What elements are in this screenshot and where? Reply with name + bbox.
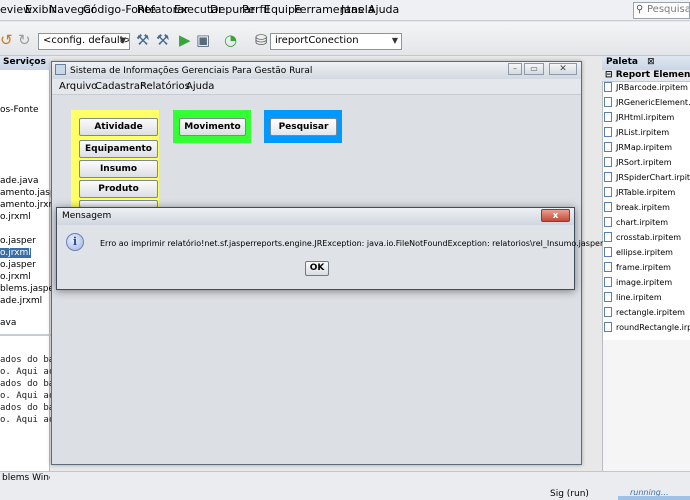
app-title: Sistema de Informações Gerenciais Para G… xyxy=(70,66,313,76)
report-element-icon xyxy=(604,247,612,257)
insumo-button[interactable]: Insumo xyxy=(79,160,158,178)
pesquisar-button[interactable]: Pesquisar xyxy=(270,118,337,136)
report-element-icon xyxy=(604,157,612,167)
palette-item[interactable]: chart.irpitem xyxy=(604,217,668,231)
report-element-icon xyxy=(604,277,612,287)
palette-category[interactable]: ⊟ Report Elements xyxy=(602,70,690,82)
palette-item[interactable]: crosstab.irpitem xyxy=(604,232,681,246)
report-element-icon xyxy=(604,172,612,182)
report-element-icon xyxy=(604,82,612,92)
palette-item[interactable]: JRSort.irpitem xyxy=(604,157,672,171)
palette-item[interactable]: line.irpitem xyxy=(604,292,662,306)
dialog-close-button[interactable]: x xyxy=(541,209,570,222)
report-element-icon xyxy=(604,217,612,227)
report-element-icon xyxy=(604,142,612,152)
tree-item[interactable]: os-Fonte xyxy=(0,105,39,115)
palette-item[interactable]: JRGenericElement.irpitem xyxy=(604,97,690,111)
tree-item[interactable]: o.jrxml xyxy=(0,212,31,222)
palette-item[interactable]: JRBarcode.irpitem xyxy=(604,82,688,96)
report-element-icon xyxy=(604,97,612,107)
report-element-icon xyxy=(604,112,612,122)
java-window-icon xyxy=(55,64,66,75)
palette-category-label: Report Elements xyxy=(615,70,690,80)
tree-item[interactable]: o.jasper xyxy=(0,260,36,270)
palette-item[interactable]: break.irpitem xyxy=(604,202,670,216)
undo-icon[interactable]: ↺ xyxy=(0,31,13,49)
report-element-icon xyxy=(604,187,612,197)
menu-item-ajuda[interactable]: Ajuda xyxy=(368,3,399,16)
report-element-icon xyxy=(604,307,612,317)
progress-bar xyxy=(618,496,690,500)
palette-tab[interactable]: Paleta ⊠ xyxy=(602,56,690,70)
report-element-icon xyxy=(604,322,612,332)
run-icon[interactable]: ▶ xyxy=(179,31,191,49)
movimento-button[interactable]: Movimento xyxy=(179,118,246,136)
redo-icon[interactable]: ↻ xyxy=(18,31,31,49)
ide-menubar: eview Exibir Navegar Código-Fonte Refato… xyxy=(0,0,690,21)
clean-build-icon[interactable]: ⚒ xyxy=(156,31,169,49)
config-combo-value: <config. default> xyxy=(43,35,130,46)
services-tab[interactable]: Serviços xyxy=(0,56,50,70)
report-element-icon xyxy=(604,202,612,212)
hammer-icon[interactable]: ⚒ xyxy=(136,31,149,49)
palette-item[interactable]: rectangle.irpitem xyxy=(604,307,685,321)
report-element-icon xyxy=(604,232,612,242)
properties-panel xyxy=(602,340,690,471)
connection-combo-value: ireportConection xyxy=(275,35,359,46)
maximize-icon[interactable]: ▭ xyxy=(524,63,544,75)
tree-item[interactable]: o.jasper xyxy=(0,236,36,246)
palette-title: Paleta xyxy=(606,57,638,67)
ide-toolbar: ↺ ↻ <config. default> ▼ ⚒ ⚒ ▶ ▣ ◔ ⛁ irep… xyxy=(0,22,690,56)
equipamento-button[interactable]: Equipamento xyxy=(79,140,158,158)
app-menu-arquivo[interactable]: Arquivo xyxy=(59,81,97,92)
search-icon: ⚲ xyxy=(636,4,644,15)
palette-item[interactable]: JRTable.irpitem xyxy=(604,187,675,201)
chevron-down-icon: ▼ xyxy=(391,36,398,45)
minimize-icon[interactable]: – xyxy=(508,63,522,75)
produto-button[interactable]: Produto xyxy=(79,180,158,198)
chevron-down-icon: ▼ xyxy=(119,36,126,45)
ok-button[interactable]: OK xyxy=(305,261,329,276)
config-combo[interactable]: <config. default> ▼ xyxy=(38,33,130,50)
panel-divider[interactable] xyxy=(0,334,56,336)
close-icon[interactable]: ⊠ xyxy=(647,57,655,67)
search-placeholder: Pesquisar xyxy=(647,4,689,15)
profile-icon[interactable]: ◔ xyxy=(224,31,237,49)
status-sig: Sig (run) xyxy=(550,489,589,499)
problems-window-tab[interactable]: blems Window xyxy=(0,472,50,486)
tree-item[interactable]: ava xyxy=(0,318,16,328)
tree-item[interactable]: blems.jasper xyxy=(0,284,58,294)
datasource-icon[interactable]: ⛁ xyxy=(255,31,268,49)
palette-item[interactable]: frame.irpitem xyxy=(604,262,671,276)
app-menu-cadastrar[interactable]: Cadastrar xyxy=(95,81,144,92)
ide-search-input[interactable]: ⚲ Pesquisar xyxy=(633,2,690,19)
tree-item[interactable]: o.jrxml xyxy=(0,272,31,282)
tree-item[interactable]: ade.jrxml xyxy=(0,296,42,306)
connection-combo[interactable]: ireportConection ▼ xyxy=(270,33,402,50)
tree-item-selected[interactable]: o.jrxml xyxy=(0,248,31,258)
palette-item[interactable]: image.irpitem xyxy=(604,277,672,291)
debug-icon[interactable]: ▣ xyxy=(196,31,210,49)
dialog-message: Erro ao imprimir relatório!net.sf.jasper… xyxy=(100,239,604,248)
dialog-titlebar[interactable] xyxy=(57,208,574,225)
app-close-button[interactable]: ✕ xyxy=(549,63,577,75)
report-element-icon xyxy=(604,262,612,272)
report-element-icon xyxy=(604,292,612,302)
report-element-icon xyxy=(604,127,612,137)
palette-item[interactable]: roundRectangle.irpitem xyxy=(604,322,690,336)
collapse-icon: ⊟ xyxy=(605,70,613,80)
dialog-title: Mensagem xyxy=(62,211,112,221)
palette-item[interactable]: JRList.irpitem xyxy=(604,127,669,141)
palette-item[interactable]: JRMap.irpitem xyxy=(604,142,672,156)
app-menu-relatorios[interactable]: Relatórios xyxy=(140,81,190,92)
app-menu-ajuda[interactable]: Ajuda xyxy=(186,81,214,92)
atividade-button[interactable]: Atividade xyxy=(79,118,158,136)
palette-item[interactable]: ellipse.irpitem xyxy=(604,247,673,261)
palette-item[interactable]: JRSpiderChart.irpitem xyxy=(604,172,690,186)
info-icon: i xyxy=(66,233,84,251)
tree-item[interactable]: ade.java xyxy=(0,176,38,186)
palette-item[interactable]: JRHtml.irpitem xyxy=(604,112,674,126)
